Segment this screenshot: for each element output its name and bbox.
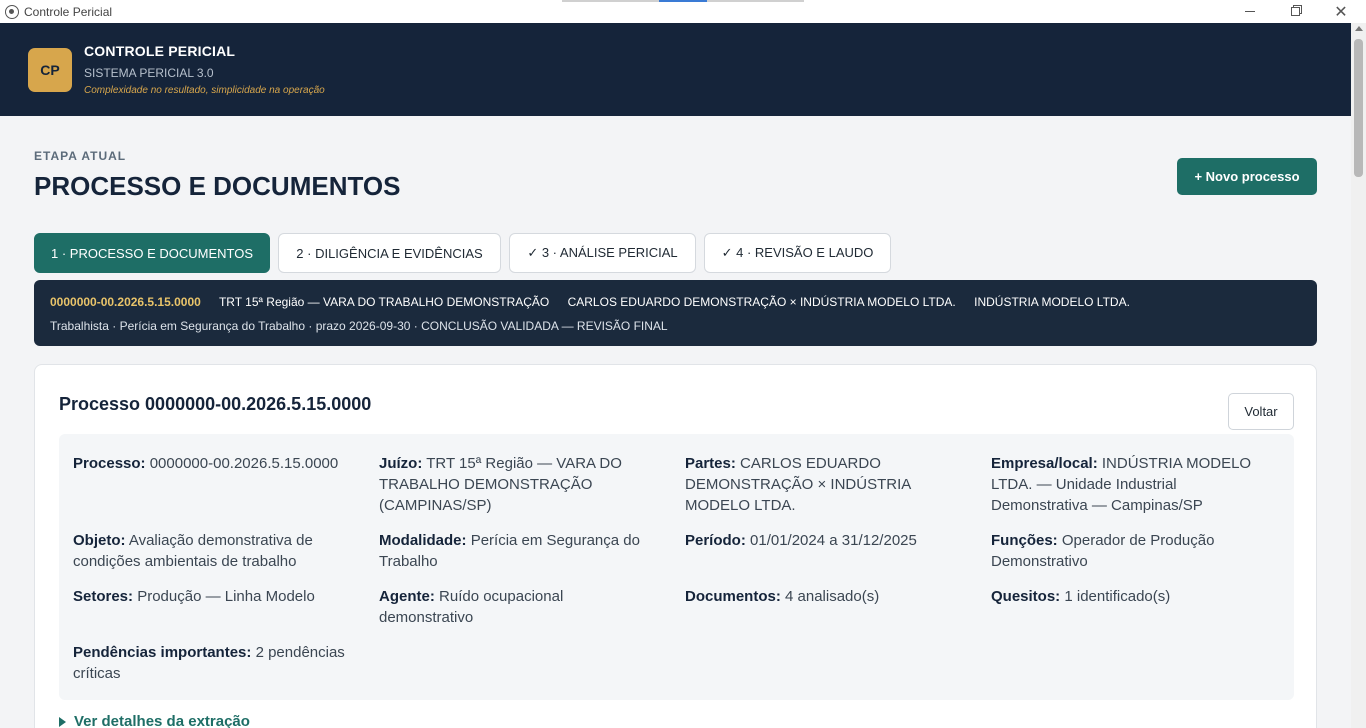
brand-subtitle: SISTEMA PERICIAL 3.0 [84,66,214,80]
scroll-thumb[interactable] [1354,39,1363,177]
field-documentos: Documentos: 4 analisado(s) [685,586,965,607]
field-value: Produção — Linha Modelo [137,588,315,605]
tab-diligencia-evidencias[interactable]: 2 · DILIGÊNCIA E EVIDÊNCIAS [278,233,501,273]
app-icon [5,4,19,19]
field-label: Pendências importantes: [73,644,252,661]
field-partes: Partes: CARLOS EDUARDO DEMONSTRAÇÃO × IN… [685,453,965,516]
maximize-button[interactable] [1272,0,1318,23]
field-label: Juízo: [379,455,423,472]
vertical-scrollbar[interactable] [1351,23,1366,728]
app-header: CP CONTROLE PERICIAL SISTEMA PERICIAL 3.… [0,23,1351,116]
top-indicator [562,0,804,2]
tab-processo-documentos[interactable]: 1 · PROCESSO E DOCUMENTOS [34,233,270,273]
close-button[interactable]: ✕ [1318,0,1364,23]
window-title: Controle Pericial [24,4,113,19]
back-button[interactable]: Voltar [1228,393,1294,430]
field-label: Documentos: [685,588,781,605]
field-agente: Agente: Ruído ocupacional demonstrativo [379,586,659,628]
process-card: Processo 0000000-00.2026.5.15.0000 Volta… [34,364,1317,728]
field-value: 4 analisado(s) [785,588,880,605]
close-icon: ✕ [1334,3,1348,21]
field-label: Empresa/local: [991,455,1098,472]
summary-details: Trabalhista · Perícia em Segurança do Tr… [50,319,668,333]
new-process-button[interactable]: + Novo processo [1177,158,1317,195]
caret-right-icon [59,716,66,727]
summary-parties: CARLOS EDUARDO DEMONSTRAÇÃO × INDÚSTRIA … [567,295,956,309]
field-label: Partes: [685,455,736,472]
field-label: Objeto: [73,532,126,549]
field-funcoes: Funções: Operador de Produção Demonstrat… [991,530,1271,572]
field-label: Processo: [73,455,146,472]
brand-title: CONTROLE PERICIAL [84,43,236,59]
tab-analise-pericial[interactable]: ✓ 3 · ANÁLISE PERICIAL [509,233,696,273]
field-label: Agente: [379,588,435,605]
field-label: Período: [685,532,746,549]
field-processo: Processo: 0000000-00.2026.5.15.0000 [73,453,353,474]
stage-label: ETAPA ATUAL [34,149,127,163]
minimize-icon [1245,11,1255,12]
field-juizo: Juízo: TRT 15ª Região — VARA DO TRABALHO… [379,453,659,516]
field-objeto: Objeto: Avaliação demonstrativa de condi… [73,530,353,572]
extraction-details-panel: Processo: 0000000-00.2026.5.15.0000 Juíz… [59,434,1294,700]
field-label: Quesitos: [991,588,1061,605]
field-value: 0000000-00.2026.5.15.0000 [149,455,339,472]
summary-process-number: 0000000-00.2026.5.15.0000 [50,295,201,309]
page-title: PROCESSO E DOCUMENTOS [34,171,401,201]
field-label: Setores: [73,588,134,605]
field-pendencias: Pendências importantes: 2 pendências crí… [73,642,353,684]
summary-company: INDÚSTRIA MODELO LTDA. [974,295,1130,309]
field-value: 1 identificado(s) [1064,588,1171,605]
field-empresa-local: Empresa/local: INDÚSTRIA MODELO LTDA. — … [991,453,1271,516]
extraction-details-toggle[interactable]: Ver detalhes da extração [59,713,250,728]
field-periodo: Período: 01/01/2024 a 31/12/2025 [685,530,965,551]
extraction-details-label: Ver detalhes da extração [74,713,250,728]
field-label: Modalidade: [379,532,467,549]
restore-icon [1290,7,1300,16]
brand-tagline: Complexidade no resultado, simplicidade … [84,85,325,96]
field-modalidade: Modalidade: Perícia em Segurança do Trab… [379,530,659,572]
field-value: 01/01/2024 a 31/12/2025 [750,532,917,549]
card-title: Processo 0000000-00.2026.5.15.0000 [59,394,372,414]
window-title-bar: Controle Pericial [0,0,1366,23]
minimize-button[interactable] [1227,0,1273,23]
summary-row: 0000000-00.2026.5.15.0000 TRT 15ª Região… [50,295,1145,309]
summary-court: TRT 15ª Região — VARA DO TRABALHO DEMONS… [218,295,550,309]
logo: CP [28,48,72,92]
scroll-up-icon[interactable] [1355,26,1363,31]
field-label: Funções: [991,532,1058,549]
process-summary-bar: 0000000-00.2026.5.15.0000 TRT 15ª Região… [34,280,1317,346]
field-quesitos: Quesitos: 1 identificado(s) [991,586,1271,607]
tab-revisao-laudo[interactable]: ✓ 4 · REVISÃO E LAUDO [704,233,891,273]
field-setores: Setores: Produção — Linha Modelo [73,586,353,607]
